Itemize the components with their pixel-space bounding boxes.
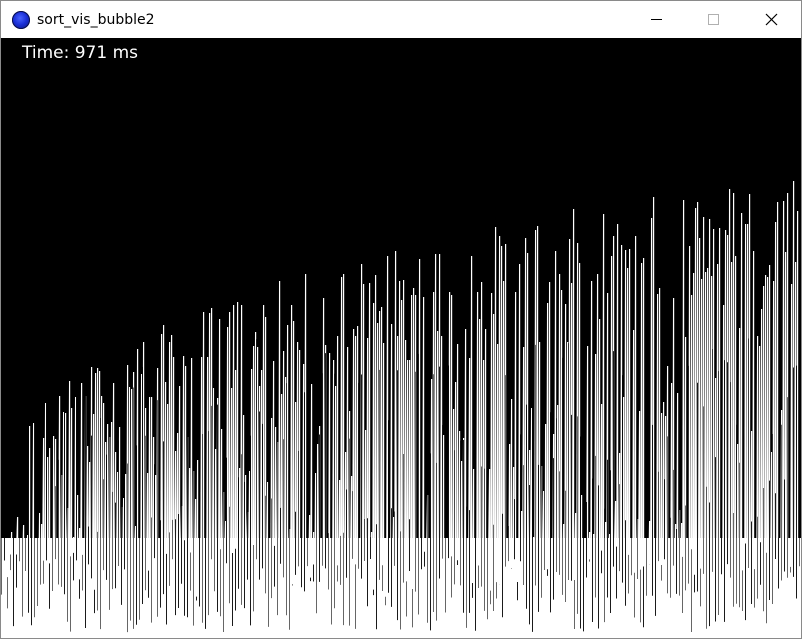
app-globe-icon: [12, 11, 30, 29]
time-label: Time: 971 ms: [22, 43, 139, 63]
sort-visualization-canvas: Time: 971 ms: [1, 38, 801, 638]
bars-plot: [1, 181, 801, 638]
maximize-icon: [708, 14, 719, 25]
maximize-button[interactable]: [685, 1, 743, 38]
minimize-icon: [651, 19, 662, 20]
close-icon: [765, 13, 778, 26]
minimize-button[interactable]: [627, 1, 685, 38]
app-window: sort_vis_bubble2 Time: 971 ms: [0, 0, 802, 639]
window-title: sort_vis_bubble2: [37, 12, 155, 28]
close-button[interactable]: [743, 1, 801, 38]
title-bar[interactable]: sort_vis_bubble2: [1, 1, 801, 38]
bar-floor: [1, 538, 801, 638]
